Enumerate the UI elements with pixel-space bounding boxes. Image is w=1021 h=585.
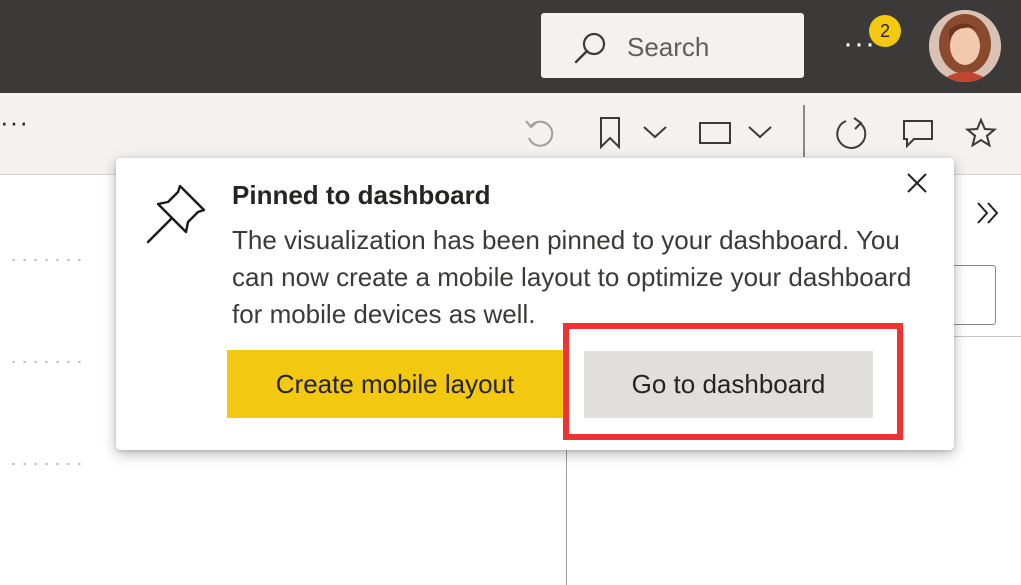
pin-icon (146, 184, 206, 244)
pane-divider (948, 336, 1021, 337)
search-icon (574, 32, 606, 64)
background-dotted-line (8, 361, 88, 363)
dialog-title: Pinned to dashboard (232, 180, 491, 210)
search-placeholder: Search (627, 32, 710, 62)
toolbar-divider (803, 105, 805, 157)
undo-icon[interactable] (522, 117, 556, 151)
chevron-down-icon[interactable] (746, 123, 774, 141)
notification-badge: 2 (869, 15, 901, 47)
chevron-down-icon[interactable] (641, 123, 669, 141)
view-icon[interactable] (698, 121, 732, 145)
favorite-star-icon[interactable] (965, 117, 997, 149)
background-dotted-line (8, 463, 88, 465)
avatar[interactable] (929, 10, 1001, 82)
go-to-dashboard-button[interactable]: Go to dashboard (584, 351, 873, 418)
toolbar-more-button[interactable]: ··· (0, 107, 29, 138)
comment-icon[interactable] (902, 119, 934, 149)
background-divider (566, 440, 567, 585)
bookmark-icon[interactable] (598, 116, 624, 150)
close-icon[interactable] (902, 168, 932, 198)
create-mobile-layout-button[interactable]: Create mobile layout (227, 350, 563, 418)
refresh-icon[interactable] (834, 115, 870, 151)
expand-pane-icon[interactable] (974, 198, 1004, 228)
dialog-message: The visualization has been pinned to you… (232, 225, 912, 329)
search-box[interactable]: Search (541, 13, 804, 78)
app-header: Search ··· 2 (0, 0, 1021, 93)
avatar-image (929, 10, 1001, 82)
pinned-to-dashboard-dialog: Pinned to dashboard The visualization ha… (116, 158, 954, 450)
background-dotted-line (8, 259, 88, 261)
